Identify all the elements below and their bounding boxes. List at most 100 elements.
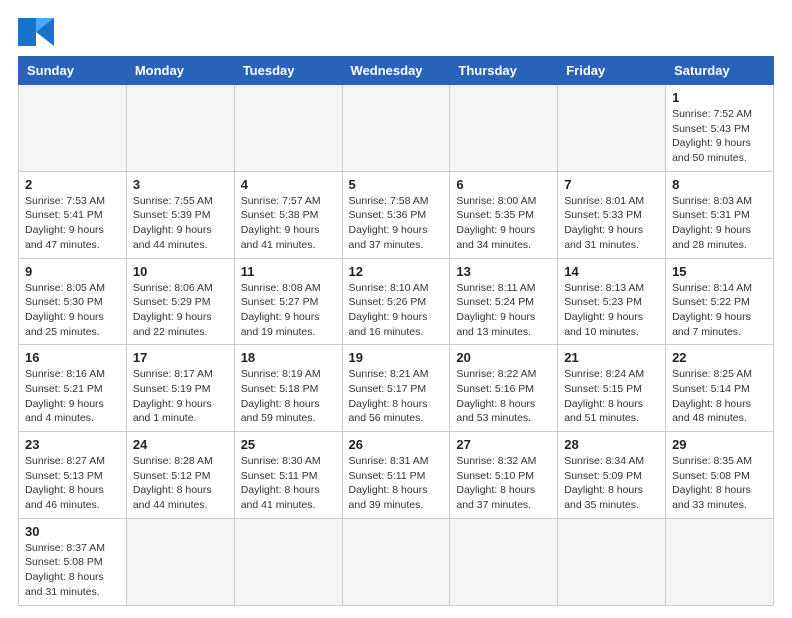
weekday-header-tuesday: Tuesday [234, 57, 342, 85]
calendar-cell: 1 Sunrise: 7:52 AM Sunset: 5:43 PM Daylig… [666, 85, 774, 172]
day-number: 19 [349, 350, 444, 365]
day-number: 10 [133, 264, 228, 279]
weekday-header-saturday: Saturday [666, 57, 774, 85]
day-number: 2 [25, 177, 120, 192]
calendar-cell: 28 Sunrise: 8:34 AM Sunset: 5:09 PM Dayli… [558, 432, 666, 519]
calendar-cell: 22Sunrise: 8:25 AM Sunset: 5:14 PM Dayli… [666, 345, 774, 432]
day-number: 16 [25, 350, 120, 365]
day-number: 26 [349, 437, 444, 452]
calendar-cell: 30 Sunrise: 8:37 AM Sunset: 5:08 PM Dayli… [19, 518, 127, 605]
day-info: Sunrise: 8:01 AM Sunset: 5:33 PM Dayligh… [564, 194, 659, 253]
page: SundayMondayTuesdayWednesdayThursdayFrid… [0, 0, 792, 618]
weekday-header-thursday: Thursday [450, 57, 558, 85]
calendar-week-3: 9 Sunrise: 8:05 AM Sunset: 5:30 PM Daylig… [19, 258, 774, 345]
day-info: Sunrise: 8:17 AM Sunset: 5:19 PM Dayligh… [133, 367, 228, 426]
calendar-week-2: 2 Sunrise: 7:53 AM Sunset: 5:41 PM Daylig… [19, 171, 774, 258]
day-info: Sunrise: 8:00 AM Sunset: 5:35 PM Dayligh… [456, 194, 551, 253]
logo [18, 18, 58, 46]
calendar-cell: 23 Sunrise: 8:27 AM Sunset: 5:13 PM Dayli… [19, 432, 127, 519]
day-info: Sunrise: 7:58 AM Sunset: 5:36 PM Dayligh… [349, 194, 444, 253]
calendar-week-5: 23 Sunrise: 8:27 AM Sunset: 5:13 PM Dayli… [19, 432, 774, 519]
day-info: Sunrise: 7:55 AM Sunset: 5:39 PM Dayligh… [133, 194, 228, 253]
day-info: Sunrise: 7:57 AM Sunset: 5:38 PM Dayligh… [241, 194, 336, 253]
day-number: 30 [25, 524, 120, 539]
day-number: 9 [25, 264, 120, 279]
day-number: 14 [564, 264, 659, 279]
calendar-cell: 27 Sunrise: 8:32 AM Sunset: 5:10 PM Dayli… [450, 432, 558, 519]
day-number: 22 [672, 350, 767, 365]
day-number: 24 [133, 437, 228, 452]
calendar-cell [342, 85, 450, 172]
day-number: 4 [241, 177, 336, 192]
day-info: Sunrise: 7:52 AM Sunset: 5:43 PM Dayligh… [672, 107, 767, 166]
calendar-cell: 24 Sunrise: 8:28 AM Sunset: 5:12 PM Dayli… [126, 432, 234, 519]
calendar-cell [450, 518, 558, 605]
calendar-cell: 14Sunrise: 8:13 AM Sunset: 5:23 PM Dayli… [558, 258, 666, 345]
day-info: Sunrise: 8:06 AM Sunset: 5:29 PM Dayligh… [133, 281, 228, 340]
calendar-cell [234, 85, 342, 172]
day-info: Sunrise: 8:21 AM Sunset: 5:17 PM Dayligh… [349, 367, 444, 426]
calendar-cell: 6 Sunrise: 8:00 AM Sunset: 5:35 PM Daylig… [450, 171, 558, 258]
weekday-header-row: SundayMondayTuesdayWednesdayThursdayFrid… [19, 57, 774, 85]
day-number: 27 [456, 437, 551, 452]
day-info: Sunrise: 8:31 AM Sunset: 5:11 PM Dayligh… [349, 454, 444, 513]
day-info: Sunrise: 8:28 AM Sunset: 5:12 PM Dayligh… [133, 454, 228, 513]
day-info: Sunrise: 8:16 AM Sunset: 5:21 PM Dayligh… [25, 367, 120, 426]
day-number: 12 [349, 264, 444, 279]
day-info: Sunrise: 8:03 AM Sunset: 5:31 PM Dayligh… [672, 194, 767, 253]
calendar-week-4: 16 Sunrise: 8:16 AM Sunset: 5:21 PM Dayli… [19, 345, 774, 432]
day-number: 25 [241, 437, 336, 452]
calendar-cell: 25Sunrise: 8:30 AM Sunset: 5:11 PM Dayli… [234, 432, 342, 519]
calendar-cell: 10 Sunrise: 8:06 AM Sunset: 5:29 PM Dayli… [126, 258, 234, 345]
day-number: 28 [564, 437, 659, 452]
day-info: Sunrise: 8:35 AM Sunset: 5:08 PM Dayligh… [672, 454, 767, 513]
weekday-header-sunday: Sunday [19, 57, 127, 85]
calendar-cell: 15Sunrise: 8:14 AM Sunset: 5:22 PM Dayli… [666, 258, 774, 345]
day-info: Sunrise: 8:08 AM Sunset: 5:27 PM Dayligh… [241, 281, 336, 340]
calendar-cell: 17 Sunrise: 8:17 AM Sunset: 5:19 PM Dayli… [126, 345, 234, 432]
calendar-cell [126, 85, 234, 172]
header [18, 18, 774, 46]
day-number: 1 [672, 90, 767, 105]
calendar-cell: 9 Sunrise: 8:05 AM Sunset: 5:30 PM Daylig… [19, 258, 127, 345]
calendar-cell [19, 85, 127, 172]
calendar-cell [666, 518, 774, 605]
day-info: Sunrise: 8:11 AM Sunset: 5:24 PM Dayligh… [456, 281, 551, 340]
day-info: Sunrise: 8:32 AM Sunset: 5:10 PM Dayligh… [456, 454, 551, 513]
day-info: Sunrise: 8:05 AM Sunset: 5:30 PM Dayligh… [25, 281, 120, 340]
day-info: Sunrise: 8:27 AM Sunset: 5:13 PM Dayligh… [25, 454, 120, 513]
calendar-cell [558, 85, 666, 172]
day-number: 6 [456, 177, 551, 192]
logo-icon [18, 18, 54, 46]
calendar-cell [234, 518, 342, 605]
weekday-header-friday: Friday [558, 57, 666, 85]
day-info: Sunrise: 8:22 AM Sunset: 5:16 PM Dayligh… [456, 367, 551, 426]
day-info: Sunrise: 8:19 AM Sunset: 5:18 PM Dayligh… [241, 367, 336, 426]
weekday-header-monday: Monday [126, 57, 234, 85]
day-info: Sunrise: 8:34 AM Sunset: 5:09 PM Dayligh… [564, 454, 659, 513]
day-info: Sunrise: 8:10 AM Sunset: 5:26 PM Dayligh… [349, 281, 444, 340]
weekday-header-wednesday: Wednesday [342, 57, 450, 85]
calendar-cell: 18Sunrise: 8:19 AM Sunset: 5:18 PM Dayli… [234, 345, 342, 432]
day-number: 7 [564, 177, 659, 192]
calendar-cell: 2 Sunrise: 7:53 AM Sunset: 5:41 PM Daylig… [19, 171, 127, 258]
day-info: Sunrise: 7:53 AM Sunset: 5:41 PM Dayligh… [25, 194, 120, 253]
calendar-cell: 19 Sunrise: 8:21 AM Sunset: 5:17 PM Dayli… [342, 345, 450, 432]
calendar-cell: 5Sunrise: 7:58 AM Sunset: 5:36 PM Daylig… [342, 171, 450, 258]
day-number: 17 [133, 350, 228, 365]
day-number: 29 [672, 437, 767, 452]
day-info: Sunrise: 8:37 AM Sunset: 5:08 PM Dayligh… [25, 541, 120, 600]
calendar-week-1: 1 Sunrise: 7:52 AM Sunset: 5:43 PM Daylig… [19, 85, 774, 172]
day-number: 11 [241, 264, 336, 279]
calendar-cell: 7 Sunrise: 8:01 AM Sunset: 5:33 PM Daylig… [558, 171, 666, 258]
calendar-cell [450, 85, 558, 172]
day-number: 23 [25, 437, 120, 452]
day-info: Sunrise: 8:24 AM Sunset: 5:15 PM Dayligh… [564, 367, 659, 426]
calendar-cell: 20 Sunrise: 8:22 AM Sunset: 5:16 PM Dayli… [450, 345, 558, 432]
day-number: 13 [456, 264, 551, 279]
day-number: 20 [456, 350, 551, 365]
calendar: SundayMondayTuesdayWednesdayThursdayFrid… [18, 56, 774, 606]
calendar-cell [342, 518, 450, 605]
day-info: Sunrise: 8:14 AM Sunset: 5:22 PM Dayligh… [672, 281, 767, 340]
calendar-cell: 3Sunrise: 7:55 AM Sunset: 5:39 PM Daylig… [126, 171, 234, 258]
